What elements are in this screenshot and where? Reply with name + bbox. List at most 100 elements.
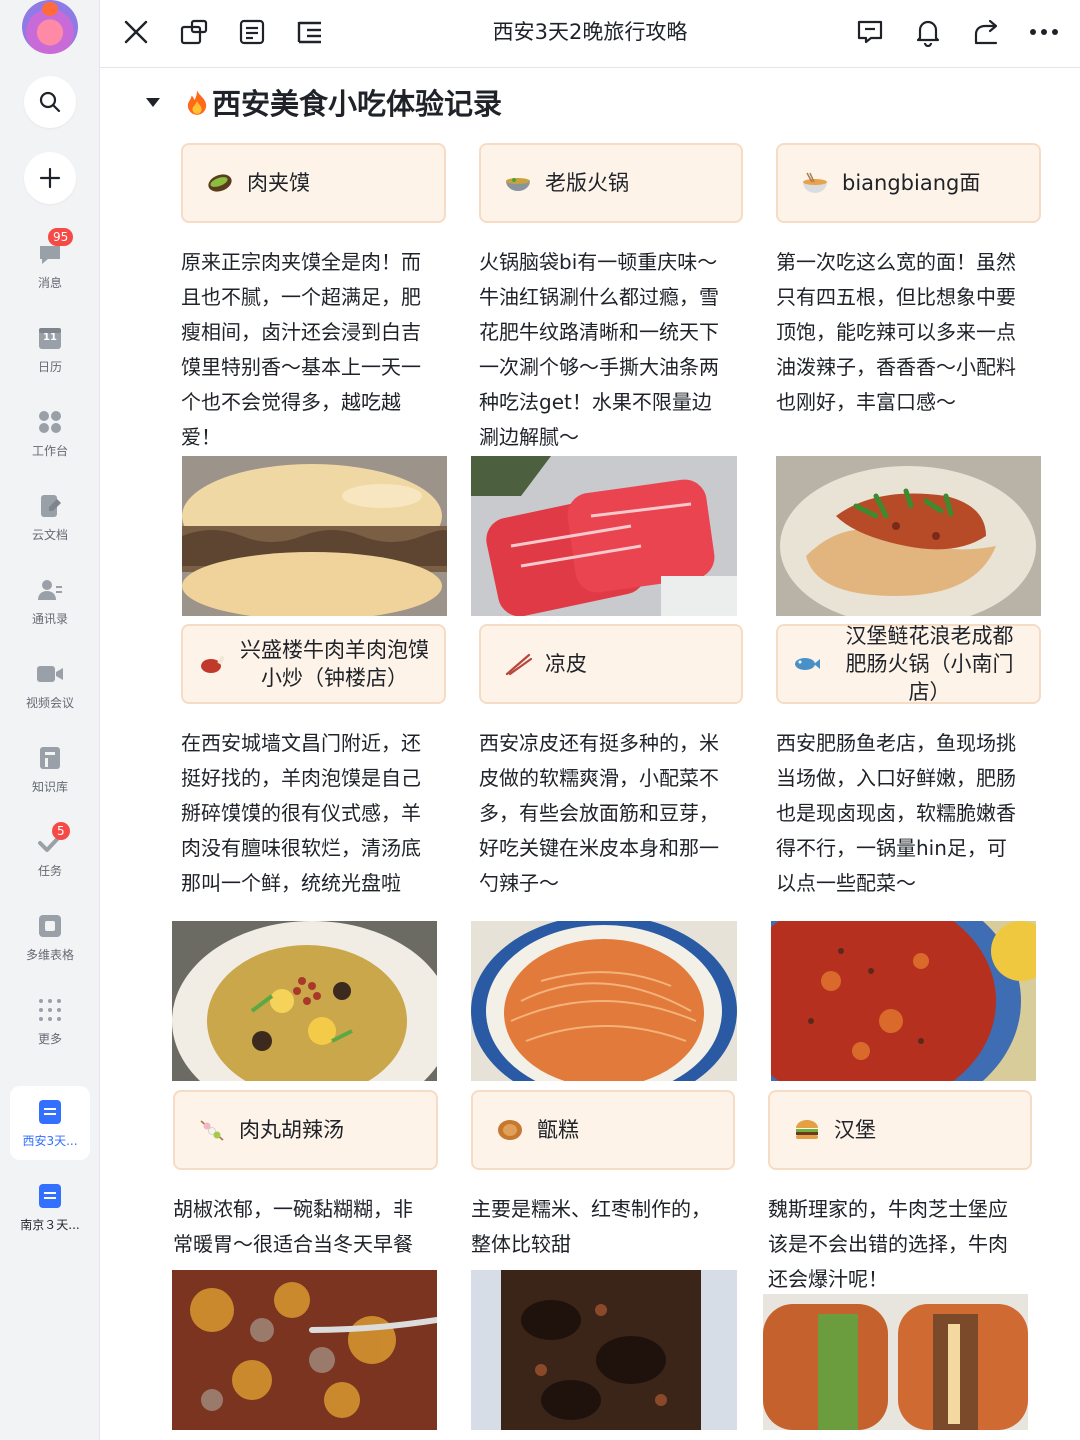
top-toolbar: 西安3天2晚旅行攻略 [100,0,1080,68]
knowledge-base-icon [36,744,64,772]
mooncake-icon [495,1115,525,1145]
food-card-header[interactable]: 肉丸胡辣汤 [173,1090,438,1170]
sidebar-item-base[interactable]: 多维表格 [0,908,100,978]
notifications-button[interactable] [910,14,946,50]
section-heading-row: 西安美食小吃体验记录 [140,80,502,124]
food-name-line: 小炒（钟楼店） [261,666,408,690]
chopsticks-icon [503,649,533,679]
close-button[interactable] [118,14,154,50]
collapse-caret-icon[interactable] [146,97,160,107]
food-photo-roujiamo[interactable] [182,456,447,616]
calendar-day: 11 [43,332,57,343]
description-line: 瘦相间，卤汁还会浸到白吉 [181,320,421,344]
food-card-header[interactable]: 兴盛楼牛肉羊肉泡馍 小炒（钟楼店） [181,624,446,704]
description-line: 且也不腻，一个超满足，肥 [181,285,421,309]
section-heading-text: 西安美食小吃体验记录 [212,87,503,121]
food-name-line: 肥肠火锅（小南门店） [845,652,1014,704]
food-photo-biangbiang[interactable] [776,456,1041,616]
skewer-icon [197,1115,227,1145]
food-card-header[interactable]: 肉夹馍 [181,143,446,223]
food-photo-liangpi[interactable] [471,921,737,1081]
description-line: 还会爆汁呢！ [768,1267,888,1291]
description-line: 牛油红锅涮什么都过瘾，雪 [479,285,719,309]
sidebar-item-calendar[interactable]: 11 日历 [0,320,100,390]
food-photo-zenggao[interactable] [471,1270,737,1430]
food-description: 胡椒浓郁，一碗黏糊糊，非 常暖胃～很适合当冬天早餐 [173,1192,443,1262]
description-line: 油泼辣子，香香香～小配料 [776,355,1016,379]
food-photo-paomo[interactable] [172,921,437,1081]
description-line: 在西安城墙文昌门附近，还 [181,731,421,755]
description-line: 主要是糯米、红枣制作的， [471,1197,711,1221]
description-line: 魏斯理家的，牛肉芝士堡应 [768,1197,1008,1221]
recent-doc-label: 南京３天... [20,1218,80,1232]
food-photo-hulatang[interactable] [172,1270,437,1430]
food-name: 汉堡 [834,1118,876,1142]
description-line: 皮做的软糯爽滑，小配菜不 [479,766,719,790]
create-button[interactable] [24,152,76,204]
toc-button[interactable] [292,14,328,50]
food-name-line: 汉堡鲢花浪老成都 [845,624,1014,648]
more-horizontal-icon [1030,29,1058,35]
unread-badge: 95 [48,228,74,246]
outline-list-icon [239,19,265,45]
noodles-icon [800,168,830,198]
food-description: 火锅脑袋bi有一顿重庆味～ 牛油红锅涮什么都过瘾，雪 花肥牛纹路清晰和一统天下 … [479,245,749,455]
outline-button[interactable] [234,14,270,50]
search-icon [39,91,61,113]
sidebar-item-label: 任务 [37,864,62,878]
fish-icon [792,649,822,679]
sidebar-item-messages[interactable]: 95 消息 [0,228,100,306]
sidebar-item-contacts[interactable]: 通讯录 [0,572,100,642]
food-card-header[interactable]: 老版火锅 [479,143,743,223]
food-photo-fish-pot[interactable] [771,921,1036,1081]
food-card-header[interactable]: 汉堡鲢花浪老成都肥肠火锅（小南门店） [776,624,1041,704]
search-button[interactable] [24,76,76,128]
description-line: 涮边解腻～ [479,425,579,449]
sidebar-item-more[interactable]: 更多 [0,992,100,1062]
description-line: 多，有些会放面筋和豆芽， [479,801,719,825]
description-line: 以点一些配菜～ [776,871,916,895]
task-check-icon: 5 [36,822,70,856]
apps-grid-icon [36,408,64,436]
new-window-button[interactable] [176,14,212,50]
chat-bubble-icon: 95 [36,228,74,268]
food-description: 魏斯理家的，牛肉芝士堡应 该是不会出错的选择，牛肉 还会爆汁呢！ [768,1192,1038,1297]
food-photo-burger[interactable] [763,1294,1028,1430]
close-icon [124,20,148,44]
sidebar-item-workplace[interactable]: 工作台 [0,404,100,474]
food-description: 在西安城墙文昌门附近，还 挺好找的，羊肉泡馍是自己 掰碎馍馍的很有仪式感，羊 肉… [181,726,451,901]
description-line: 胡椒浓郁，一碗黏糊糊，非 [173,1197,413,1221]
recent-doc-nanjing[interactable]: 南京３天... [10,1170,90,1244]
description-line: 也刚好，丰富口感～ [776,390,956,414]
description-line: 得不行，一锅量hin足，可 [776,836,1007,860]
cloud-doc-icon [36,492,64,520]
base-table-icon [36,912,64,940]
sidebar-item-tasks[interactable]: 5 任务 [0,822,100,894]
sidebar-item-cloud-docs[interactable]: 云文档 [0,488,100,558]
food-card-header[interactable]: 汉堡 [768,1090,1032,1170]
hamburger-icon [792,1115,822,1145]
food-description: 西安凉皮还有挺多种的，米 皮做的软糯爽滑，小配菜不 多，有些会放面筋和豆芽， 好… [479,726,749,901]
description-line: 西安肥肠鱼老店，鱼现场挑 [776,731,1016,755]
food-description: 原来正宗肉夹馍全是肉！而 且也不腻，一个超满足，肥 瘦相间，卤汁还会浸到白吉 馍… [181,245,451,455]
recent-doc-xian[interactable]: 西安3天... [10,1086,90,1160]
more-options-button[interactable] [1026,14,1062,50]
food-name: 肉丸胡辣汤 [239,1118,344,1142]
food-card-header[interactable]: 凉皮 [479,624,743,704]
food-name: 肉夹馍 [247,171,310,195]
comment-icon [857,20,883,44]
sidebar-item-knowledge-base[interactable]: 知识库 [0,740,100,810]
description-line: 西安凉皮还有挺多种的，米 [479,731,719,755]
description-line: 顶饱，能吃辣可以多来一点 [776,320,1016,344]
comments-button[interactable] [852,14,888,50]
share-button[interactable] [968,14,1004,50]
food-card-header[interactable]: 甑糕 [471,1090,735,1170]
description-line: 原来正宗肉夹馍全是肉！而 [181,250,421,274]
sidebar-item-video-meeting[interactable]: 视频会议 [0,656,100,726]
description-line: 常暖胃～很适合当冬天早餐 [173,1232,413,1256]
food-photo-beef[interactable] [471,456,737,616]
sidebar-item-label: 日历 [37,360,62,374]
food-card-header[interactable]: biangbiang面 [776,143,1041,223]
description-line: 个也不会觉得多，越吃越 [181,390,401,414]
avatar[interactable] [22,0,78,54]
